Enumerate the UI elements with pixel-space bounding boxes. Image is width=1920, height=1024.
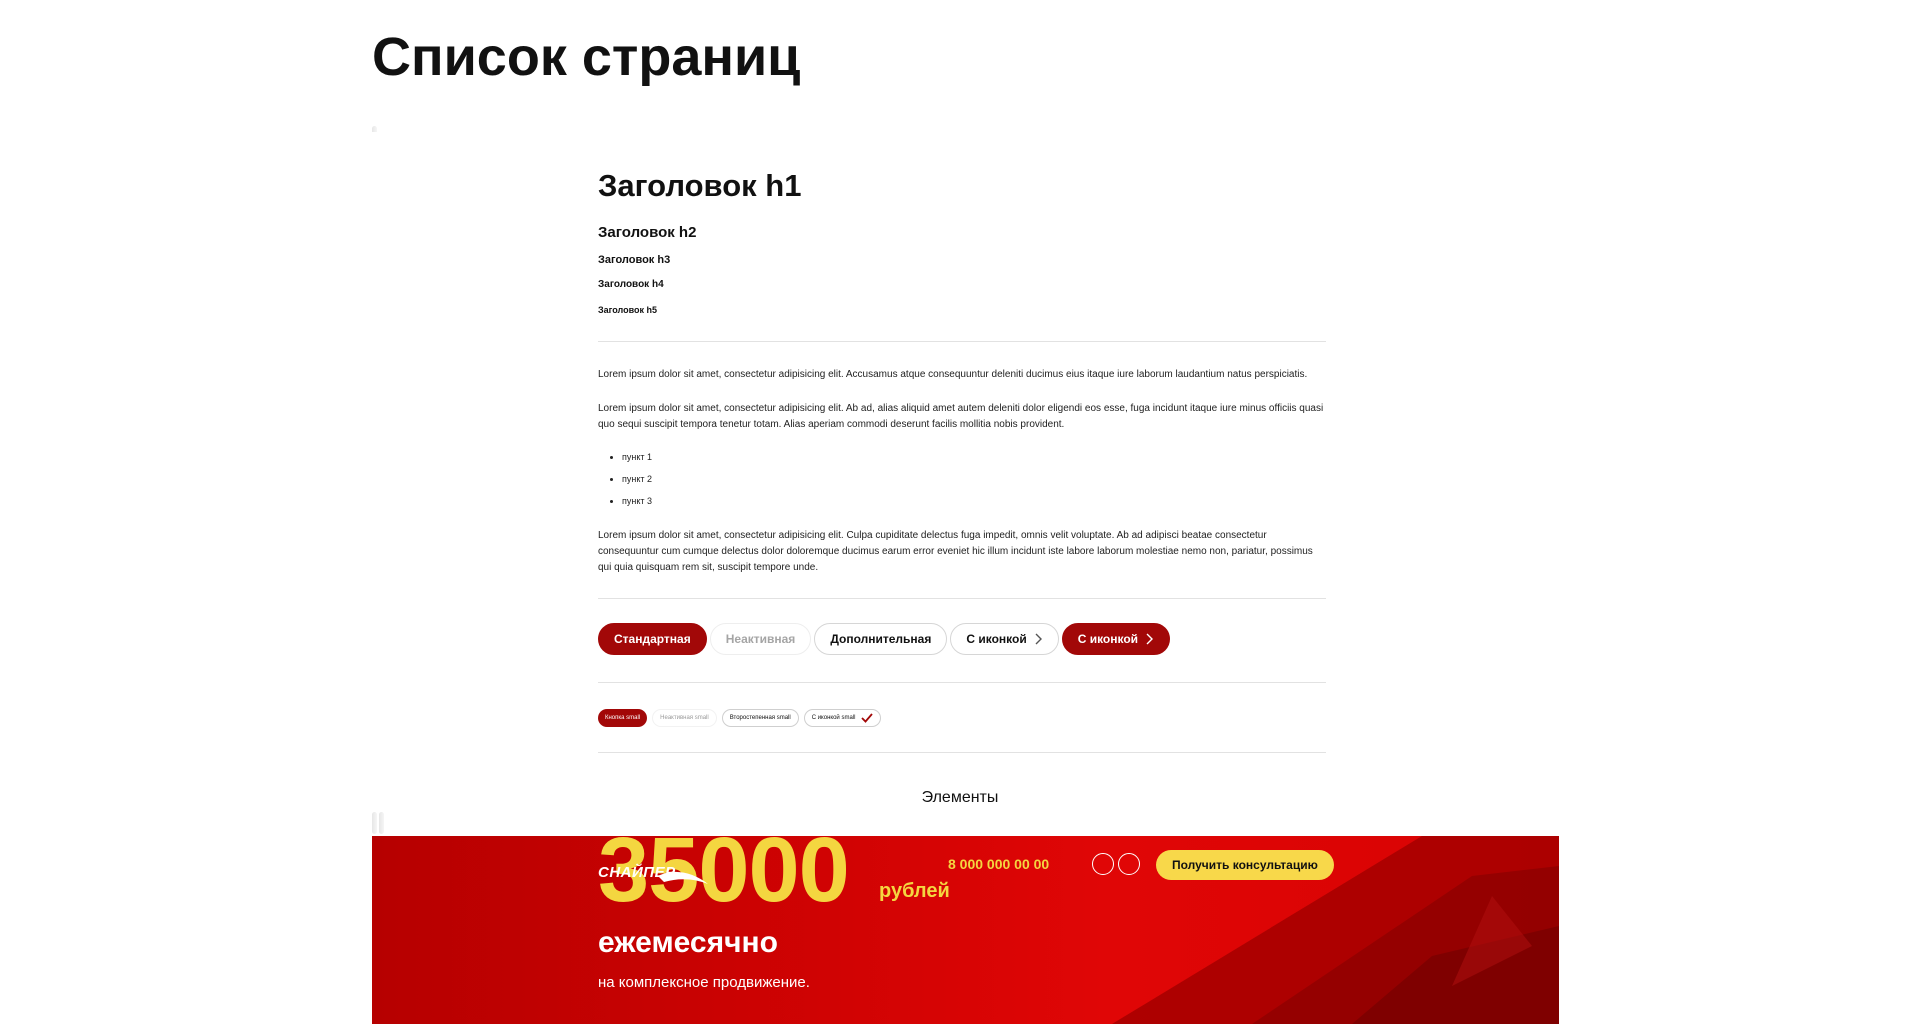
drag-handle-bottom-2[interactable] <box>379 812 384 834</box>
button-label: Второстепенная small <box>729 715 791 721</box>
small-secondary-button[interactable]: Второстепенная small <box>721 709 799 727</box>
small-icon-button[interactable]: С иконкой small <box>803 709 882 727</box>
button-label: С иконкой <box>1077 632 1139 646</box>
small-inactive-button[interactable]: Неактивная small <box>652 709 717 727</box>
heading-h2: Заголовок h2 <box>598 224 697 241</box>
brand-logo-text: СНАЙПЕР <box>598 864 676 881</box>
list-item: пункт 1 <box>622 446 652 468</box>
chevron-right-icon <box>1146 633 1154 645</box>
button-label: С иконкой small <box>811 715 856 721</box>
button-label: Дополнительная <box>830 632 932 646</box>
button-label: Получить консультацию <box>1172 858 1318 872</box>
icon-outline-button[interactable]: С иконкой <box>950 623 1059 655</box>
list-item: пункт 3 <box>622 490 652 512</box>
button-label: Кнопка small <box>605 715 641 721</box>
social-icon[interactable] <box>1118 853 1140 875</box>
card-fade <box>372 760 1552 788</box>
heading-h4: Заголовок h4 <box>598 279 664 290</box>
page-title: Список страниц <box>372 27 801 87</box>
divider <box>598 598 1326 599</box>
heading-h3: Заголовок h3 <box>598 254 671 266</box>
button-label: Неактивная <box>725 632 796 646</box>
phone-number[interactable]: 8 000 000 00 00 <box>948 856 1049 872</box>
paragraph: Lorem ipsum dolor sit amet, consectetur … <box>598 403 1324 430</box>
standard-button[interactable]: Стандартная <box>598 623 707 655</box>
button-label: Стандартная <box>614 632 691 646</box>
button-label: С иконкой <box>966 632 1027 646</box>
period-label: ежемесячно <box>598 926 778 959</box>
banner-subtitle: на комплексное продвижение. <box>598 974 810 991</box>
list-item: пункт 2 <box>622 468 652 490</box>
divider <box>598 682 1326 683</box>
promo-banner-preview[interactable]: 35000 СНАЙПЕР рублей ежемесячно на компл… <box>372 836 1559 1024</box>
button-label: Неактивная small <box>660 715 709 721</box>
paragraph: Lorem ipsum dolor sit amet, consectetur … <box>598 369 1308 380</box>
consultation-button[interactable]: Получить консультацию <box>1156 850 1334 880</box>
icon-filled-button[interactable]: С иконкой <box>1061 623 1171 655</box>
bullet-list: пункт 1 пункт 2 пункт 3 <box>598 446 652 512</box>
currency-label: рублей <box>879 880 950 902</box>
social-icon[interactable] <box>1092 853 1114 875</box>
chevron-right-icon <box>1035 633 1042 645</box>
paragraph: Lorem ipsum dolor sit amet, consectetur … <box>598 530 1313 573</box>
additional-button[interactable]: Дополнительная <box>814 623 948 655</box>
heading-h1: Заголовок h1 <box>598 168 802 203</box>
heading-h5: Заголовок h5 <box>598 305 658 315</box>
preview-caption[interactable]: Элементы <box>0 789 1920 807</box>
button-row: Стандартная Неактивная Дополнительная С … <box>598 623 1171 655</box>
page-preview-card[interactable]: Заголовок h1 Заголовок h2 Заголовок h3 З… <box>372 132 1552 788</box>
inactive-button[interactable]: Неактивная <box>709 623 812 655</box>
divider <box>598 752 1326 753</box>
drag-handle-bottom[interactable] <box>372 812 377 834</box>
small-primary-button[interactable]: Кнопка small <box>598 709 648 727</box>
small-button-row: Кнопка small Неактивная small Второстепе… <box>598 709 882 727</box>
divider <box>598 341 1326 342</box>
check-icon <box>861 713 874 723</box>
